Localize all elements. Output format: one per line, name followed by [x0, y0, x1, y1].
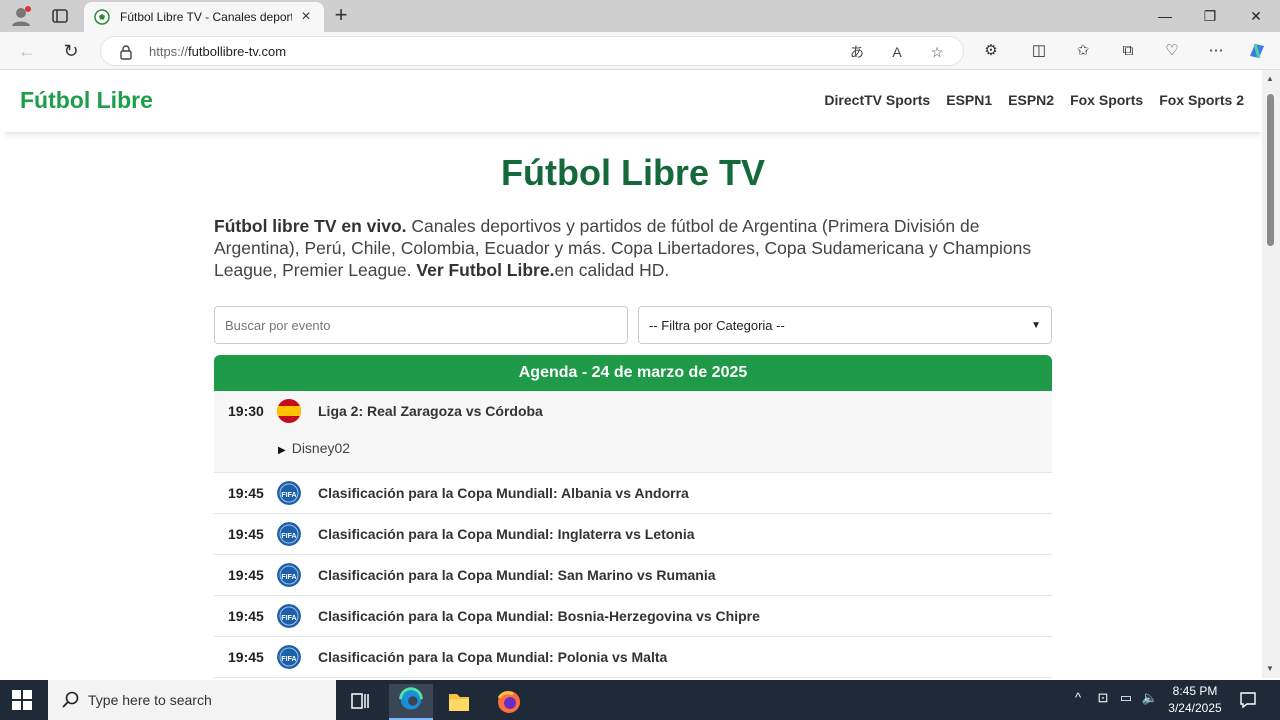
- spain-flag-icon: [277, 399, 301, 423]
- event-row[interactable]: 19:45 FIFA Clasificación para la Copa Mu…: [214, 555, 1052, 596]
- copilot-icon[interactable]: [1246, 40, 1268, 62]
- event-time: 19:45: [228, 526, 264, 542]
- event-name: Clasificación para la Copa Mundial: Bosn…: [318, 608, 760, 624]
- channel-toggle[interactable]: ▶ Disney02: [278, 440, 350, 456]
- nav-directtv-sports[interactable]: DirectTV Sports: [824, 92, 930, 108]
- new-tab-icon[interactable]: +: [330, 4, 352, 27]
- search-icon: [62, 691, 79, 708]
- event-name: Clasificación para la Copa Mundial: San …: [318, 567, 716, 583]
- file-explorer-icon[interactable]: [437, 684, 481, 720]
- volume-icon[interactable]: 🔈: [1140, 690, 1160, 710]
- back-icon[interactable]: ←: [16, 40, 38, 62]
- favorites-icon[interactable]: ✩: [1072, 40, 1094, 62]
- fifa-icon: FIFA: [277, 522, 301, 546]
- notifications-icon[interactable]: [1238, 690, 1258, 710]
- fifa-icon: FIFA: [277, 645, 301, 669]
- translate-icon[interactable]: あ: [847, 42, 867, 62]
- maximize-icon[interactable]: ❐: [1200, 6, 1220, 26]
- event-row[interactable]: 19:30 Liga 2: Real Zaragoza vs Córdoba ▶…: [214, 391, 1052, 473]
- site-nav: DirectTV Sports ESPN1 ESPN2 Fox Sports F…: [824, 92, 1244, 108]
- task-view-icon[interactable]: [338, 684, 382, 720]
- taskbar-clock[interactable]: 8:45 PM 3/24/2025: [1160, 683, 1230, 717]
- svg-text:FIFA: FIFA: [281, 656, 296, 663]
- chevron-down-icon: ▼: [1031, 319, 1041, 331]
- agenda-header: Agenda - 24 de marzo de 2025: [214, 355, 1052, 391]
- intro-text: Fútbol libre TV en vivo. Canales deporti…: [214, 216, 1032, 280]
- read-aloud-icon[interactable]: A: [887, 42, 907, 62]
- nav-fox-sports-2[interactable]: Fox Sports 2: [1159, 92, 1244, 108]
- browser-essentials-icon[interactable]: ♡: [1161, 40, 1183, 62]
- tab-title: Fútbol Libre TV - Canales deportivos: [120, 10, 292, 24]
- close-tab-icon[interactable]: ×: [298, 9, 314, 25]
- page-title: Fútbol Libre TV: [501, 152, 765, 193]
- site-header: Fútbol Libre DirectTV Sports ESPN1 ESPN2…: [4, 70, 1262, 132]
- url-text[interactable]: https://futbollibre-tv.com: [149, 44, 286, 59]
- svg-text:FIFA: FIFA: [281, 615, 296, 622]
- event-time: 19:45: [228, 567, 264, 583]
- taskbar-search[interactable]: Type here to search: [48, 680, 336, 720]
- windows-start-icon[interactable]: [12, 690, 32, 710]
- scroll-up-icon[interactable]: ▲: [1266, 74, 1274, 83]
- address-bar[interactable]: https://futbollibre-tv.com あ A ☆: [100, 36, 964, 66]
- soccer-ball-icon: [94, 9, 110, 25]
- event-row[interactable]: 19:45 FIFA Clasificación para la Copa Mu…: [214, 473, 1052, 514]
- refresh-icon[interactable]: ↻: [60, 40, 82, 62]
- event-row[interactable]: 19:45 FIFA Clasificación para la Copa Mu…: [214, 637, 1052, 678]
- event-time: 19:30: [228, 403, 264, 419]
- network-icon[interactable]: ▭: [1116, 690, 1136, 710]
- event-list: 19:30 Liga 2: Real Zaragoza vs Córdoba ▶…: [214, 391, 1052, 678]
- scroll-down-icon[interactable]: ▼: [1266, 664, 1274, 673]
- browser-tab-bar: Fútbol Libre TV - Canales deportivos × +…: [0, 0, 1280, 32]
- tab-actions-icon[interactable]: [50, 6, 70, 26]
- svg-text:FIFA: FIFA: [281, 574, 296, 581]
- nav-fox-sports[interactable]: Fox Sports: [1070, 92, 1143, 108]
- close-window-icon[interactable]: ✕: [1246, 6, 1266, 26]
- site-logo[interactable]: Fútbol Libre: [20, 87, 153, 114]
- svg-text:FIFA: FIFA: [281, 492, 296, 499]
- nav-espn1[interactable]: ESPN1: [946, 92, 992, 108]
- more-menu-icon[interactable]: ⋯: [1205, 40, 1227, 62]
- firefox-icon[interactable]: [487, 684, 531, 720]
- meet-now-icon[interactable]: ⊡: [1093, 690, 1113, 710]
- chevron-up-icon[interactable]: ^: [1068, 690, 1088, 710]
- profile-icon[interactable]: [10, 5, 32, 27]
- collections-icon[interactable]: ⧉: [1117, 40, 1139, 62]
- event-name: Liga 2: Real Zaragoza vs Córdoba: [318, 403, 543, 419]
- browser-tab-active[interactable]: Fútbol Libre TV - Canales deportivos ×: [84, 2, 324, 32]
- lock-icon[interactable]: [119, 44, 133, 60]
- extensions-icon[interactable]: ⚙: [980, 40, 1002, 62]
- svg-text:FIFA: FIFA: [281, 533, 296, 540]
- event-search-input[interactable]: [214, 306, 628, 344]
- event-name: Clasificación para la Copa Mundial: Ingl…: [318, 526, 695, 542]
- category-filter-select[interactable]: -- Filtra por Categoria -- ▼: [638, 306, 1052, 344]
- triangle-right-icon: ▶: [278, 445, 286, 456]
- edge-taskbar-icon[interactable]: [389, 684, 433, 720]
- event-row[interactable]: 19:45 FIFA Clasificación para la Copa Mu…: [214, 514, 1052, 555]
- event-name: Clasificación para la Copa Mundiall: Alb…: [318, 485, 689, 501]
- favorite-star-icon[interactable]: ☆: [927, 42, 947, 62]
- event-name: Clasificación para la Copa Mundial: Polo…: [318, 649, 668, 665]
- event-time: 19:45: [228, 608, 264, 624]
- address-toolbar: ← ↻ https://futbollibre-tv.com あ A ☆ ⚙ ◫…: [0, 32, 1280, 70]
- event-row[interactable]: 19:45 FIFA Clasificación para la Copa Mu…: [214, 596, 1052, 637]
- event-time: 19:45: [228, 485, 264, 501]
- windows-taskbar: Type here to search ^ ⊡ ▭ 🔈 8:45 PM 3/24…: [0, 680, 1280, 720]
- fifa-icon: FIFA: [277, 563, 301, 587]
- event-time: 19:45: [228, 649, 264, 665]
- scrollbar-thumb[interactable]: [1267, 94, 1274, 246]
- fifa-icon: FIFA: [277, 604, 301, 628]
- web-page: Fútbol Libre DirectTV Sports ESPN1 ESPN2…: [4, 70, 1262, 678]
- minimize-icon[interactable]: —: [1155, 6, 1175, 26]
- nav-espn2[interactable]: ESPN2: [1008, 92, 1054, 108]
- page-scrollbar[interactable]: ▲ ▼: [1262, 70, 1280, 678]
- fifa-icon: FIFA: [277, 481, 301, 505]
- split-screen-icon[interactable]: ◫: [1028, 40, 1050, 62]
